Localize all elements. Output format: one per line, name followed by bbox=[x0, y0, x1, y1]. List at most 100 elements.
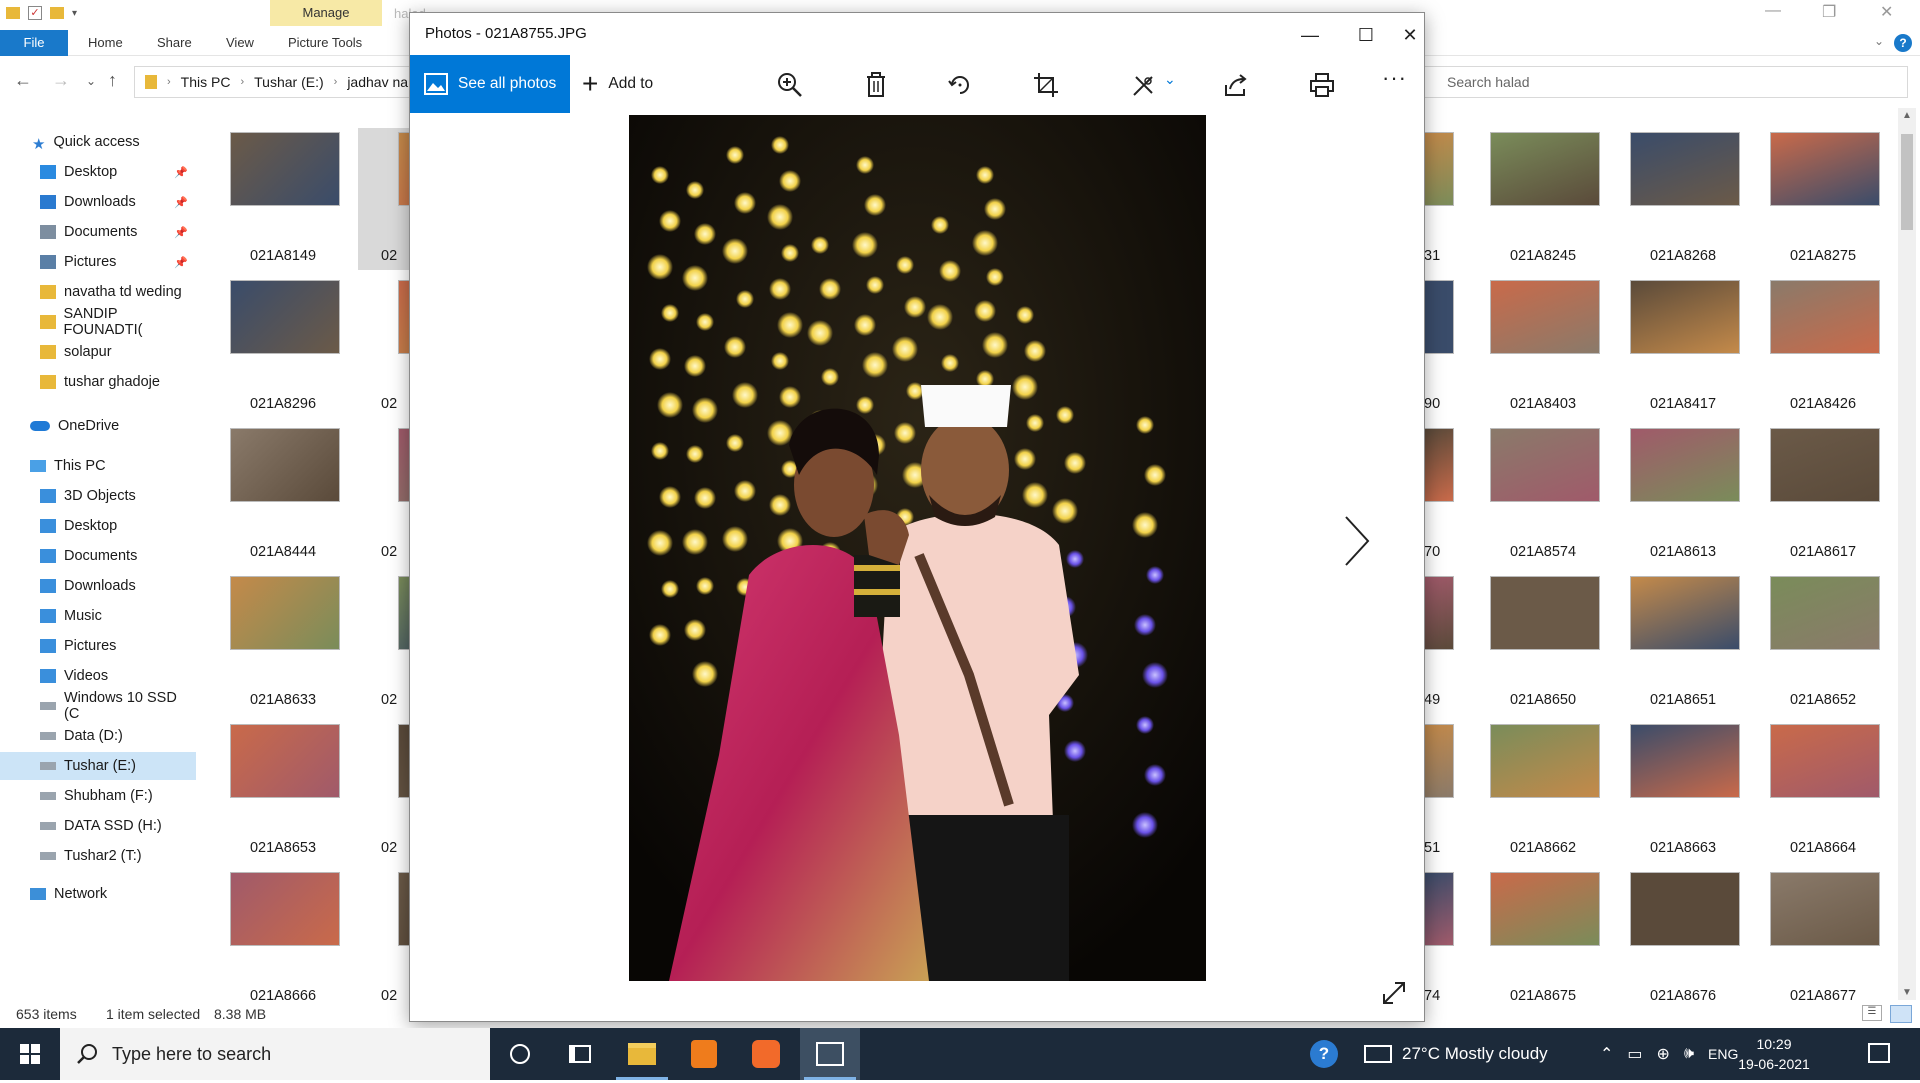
minimize-icon[interactable]: — bbox=[1765, 2, 1781, 20]
maximize-icon[interactable]: ☐ bbox=[1338, 15, 1394, 55]
file-thumbnail[interactable]: 021A8675 bbox=[1478, 868, 1608, 1010]
scroll-up-icon[interactable]: ▲ bbox=[1902, 110, 1912, 121]
nav-pc-item[interactable]: Music bbox=[0, 602, 196, 630]
file-thumbnail[interactable]: 021A8617 bbox=[1758, 424, 1888, 566]
pin-icon[interactable]: 📌 bbox=[174, 226, 188, 239]
address-bar[interactable]: › This PC › Tushar (E:) › jadhav na bbox=[134, 66, 424, 98]
add-to-button[interactable]: + Add to bbox=[582, 55, 653, 113]
nav-pc-item[interactable]: Tushar2 (T:) bbox=[0, 842, 196, 870]
file-thumbnail[interactable]: 021A8574 bbox=[1478, 424, 1608, 566]
see-all-photos-button[interactable]: See all photos bbox=[410, 55, 570, 113]
globe-network-icon[interactable]: ⊕ bbox=[1657, 1044, 1670, 1064]
file-thumbnail[interactable]: 021A8613 bbox=[1618, 424, 1748, 566]
file-thumbnail[interactable]: 021A8663 bbox=[1618, 720, 1748, 862]
file-thumbnail[interactable]: 021A8662 bbox=[1478, 720, 1608, 862]
vertical-scrollbar[interactable]: ▲ ▼ bbox=[1898, 108, 1916, 1000]
volume-icon[interactable]: 🕪 bbox=[1684, 1045, 1694, 1063]
search-input[interactable]: Search halad bbox=[1420, 66, 1908, 98]
file-thumbnail[interactable]: 021A8417 bbox=[1618, 276, 1748, 418]
tab-share[interactable]: Share bbox=[157, 30, 192, 56]
expand-ribbon-icon[interactable]: ⌄ bbox=[1874, 34, 1884, 48]
nav-quick-item[interactable]: SANDIP FOUNADTI( bbox=[0, 306, 196, 338]
recent-locations-icon[interactable]: ⌄ bbox=[86, 74, 96, 88]
full-screen-icon[interactable] bbox=[1380, 979, 1408, 1007]
nav-this-pc[interactable]: This PC bbox=[0, 452, 196, 480]
file-thumbnail[interactable]: 49 bbox=[1424, 572, 1464, 714]
taskbar-file-explorer[interactable] bbox=[612, 1028, 672, 1080]
nav-pc-item[interactable]: Videos bbox=[0, 662, 196, 690]
breadcrumb-item[interactable]: This PC bbox=[181, 74, 231, 90]
file-thumbnail[interactable]: 021A8245 bbox=[1478, 128, 1608, 270]
nav-quick-item[interactable]: navatha td weding bbox=[0, 278, 196, 306]
properties-icon[interactable]: ✓ bbox=[28, 6, 42, 20]
file-thumbnail[interactable]: 51 bbox=[1424, 720, 1464, 862]
taskbar-search-box[interactable]: Type here to search bbox=[60, 1028, 490, 1080]
tab-view[interactable]: View bbox=[226, 30, 254, 56]
file-thumbnail[interactable]: 31 bbox=[1424, 128, 1464, 270]
file-thumbnail[interactable]: 021A8664 bbox=[1758, 720, 1888, 862]
file-thumbnail[interactable]: 021A8650 bbox=[1478, 572, 1608, 714]
weather-text[interactable]: 27°C Mostly cloudy bbox=[1402, 1044, 1548, 1064]
new-folder-icon[interactable] bbox=[50, 7, 64, 19]
nav-pc-item[interactable]: Pictures bbox=[0, 632, 196, 660]
nav-quick-item[interactable]: Downloads 📌 bbox=[0, 188, 196, 216]
nav-quick-item[interactable]: tushar ghadoje bbox=[0, 368, 196, 396]
minimize-icon[interactable]: — bbox=[1282, 15, 1338, 55]
crop-icon[interactable] bbox=[1032, 71, 1060, 99]
large-icons-view-icon[interactable] bbox=[1890, 1005, 1912, 1023]
nav-quick-access[interactable]: ★ Quick access bbox=[0, 128, 196, 156]
nav-pc-item[interactable]: Desktop bbox=[0, 512, 196, 540]
delete-icon[interactable] bbox=[862, 71, 890, 99]
cortana-button[interactable] bbox=[490, 1028, 550, 1080]
close-icon[interactable]: ✕ bbox=[1880, 2, 1893, 22]
help-support-icon[interactable]: ? bbox=[1310, 1040, 1338, 1068]
nav-quick-item[interactable]: Pictures 📌 bbox=[0, 248, 196, 276]
nav-quick-item[interactable]: Desktop 📌 bbox=[0, 158, 196, 186]
clock[interactable]: 10:29 19-06-2021 bbox=[1724, 1034, 1824, 1074]
nav-pc-item[interactable]: Shubham (F:) bbox=[0, 782, 196, 810]
nav-pc-item[interactable]: Documents bbox=[0, 542, 196, 570]
rotate-icon[interactable] bbox=[946, 71, 974, 99]
tab-file[interactable]: File bbox=[0, 30, 68, 56]
file-thumbnail[interactable]: 021A8268 bbox=[1618, 128, 1748, 270]
nav-quick-item[interactable]: solapur bbox=[0, 338, 196, 366]
details-view-icon[interactable]: ☰ bbox=[1862, 1005, 1882, 1021]
nav-pc-item[interactable]: DATA SSD (H:) bbox=[0, 812, 196, 840]
nav-quick-item[interactable]: Documents 📌 bbox=[0, 218, 196, 246]
nav-network[interactable]: Network bbox=[0, 880, 196, 908]
nav-pc-item[interactable]: Data (D:) bbox=[0, 722, 196, 750]
nav-pc-item[interactable]: 3D Objects bbox=[0, 482, 196, 510]
show-hidden-icons-icon[interactable]: ⌃ bbox=[1600, 1044, 1613, 1064]
file-thumbnail[interactable]: 021A8651 bbox=[1618, 572, 1748, 714]
restore-icon[interactable]: ❐ bbox=[1822, 2, 1836, 22]
file-thumbnail[interactable]: 021A8275 bbox=[1758, 128, 1888, 270]
weather-icon[interactable] bbox=[1364, 1045, 1392, 1063]
nav-pc-item[interactable]: Downloads bbox=[0, 572, 196, 600]
pin-icon[interactable]: 📌 bbox=[174, 196, 188, 209]
tab-manage[interactable]: Manage bbox=[270, 0, 382, 26]
pin-icon[interactable]: 📌 bbox=[174, 256, 188, 269]
notifications-icon[interactable] bbox=[1868, 1043, 1890, 1063]
file-thumbnail[interactable]: 021A8403 bbox=[1478, 276, 1608, 418]
breadcrumb-item[interactable]: jadhav na bbox=[347, 74, 408, 90]
back-icon[interactable]: ← bbox=[14, 70, 32, 91]
zoom-in-icon[interactable] bbox=[776, 71, 804, 99]
breadcrumb-item[interactable]: Tushar (E:) bbox=[254, 74, 324, 90]
file-thumbnail[interactable]: 021A8676 bbox=[1618, 868, 1748, 1010]
task-view-button[interactable] bbox=[550, 1028, 610, 1080]
file-thumbnail[interactable]: 70 bbox=[1424, 424, 1464, 566]
nav-pc-item[interactable]: Tushar (E:) bbox=[0, 752, 196, 780]
nav-pc-item[interactable]: Windows 10 SSD (C bbox=[0, 690, 196, 722]
more-options-icon[interactable]: ··· bbox=[1382, 65, 1407, 91]
tab-home[interactable]: Home bbox=[88, 30, 123, 56]
file-thumbnail[interactable]: 021A8652 bbox=[1758, 572, 1888, 714]
file-thumbnail[interactable]: 021A8677 bbox=[1758, 868, 1888, 1010]
customize-toolbar-icon[interactable]: ▾ bbox=[72, 8, 77, 19]
share-icon[interactable] bbox=[1222, 71, 1250, 99]
photo-viewer[interactable] bbox=[629, 115, 1206, 981]
up-icon[interactable]: ↑ bbox=[108, 70, 117, 91]
print-icon[interactable] bbox=[1308, 71, 1336, 99]
folder-icon[interactable] bbox=[6, 7, 20, 19]
scroll-down-icon[interactable]: ▼ bbox=[1902, 987, 1912, 998]
nav-onedrive[interactable]: OneDrive bbox=[0, 412, 196, 440]
